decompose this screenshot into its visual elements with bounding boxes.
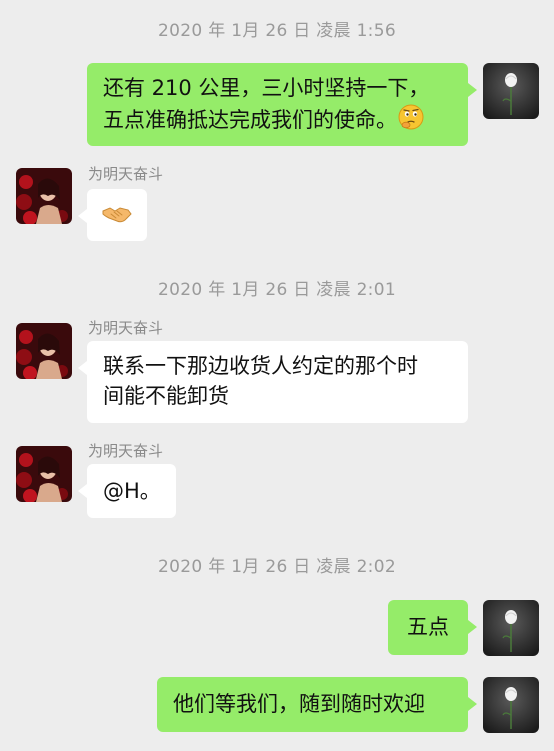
timestamp: 2020 年 1月 26 日 凌晨 2:02	[158, 557, 396, 577]
message-text-line: 间能不能卸货	[103, 384, 229, 408]
thinking-face-icon	[397, 103, 425, 139]
outgoing-message-bubble[interactable]: 五点	[388, 600, 477, 655]
message-text: 五点	[407, 615, 449, 639]
message-text-line: 还有 210 公里，三小时坚持一下，	[103, 76, 430, 100]
timestamp: 2020 年 1月 26 日 凌晨 1:56	[158, 21, 396, 41]
contact-avatar[interactable]	[16, 323, 72, 379]
contact-avatar[interactable]	[16, 446, 72, 502]
message-text: @H。	[103, 479, 161, 503]
incoming-message-bubble[interactable]: 联系一下那边收货人约定的那个时 间能不能卸货	[78, 341, 468, 423]
sender-name: 为明天奋斗	[88, 442, 164, 460]
my-avatar[interactable]	[483, 600, 539, 656]
sender-name: 为明天奋斗	[88, 165, 164, 183]
my-avatar[interactable]	[483, 63, 539, 119]
message-text: 他们等我们，随到随时欢迎	[173, 692, 425, 716]
outgoing-message-bubble[interactable]: 他们等我们，随到随时欢迎	[157, 677, 477, 732]
message-text-line: 五点准确抵达完成我们的使命。	[103, 108, 397, 132]
outgoing-message-bubble[interactable]: 还有 210 公里，三小时坚持一下， 五点准确抵达完成我们的使命。	[87, 63, 477, 146]
sender-name: 为明天奋斗	[88, 319, 164, 337]
contact-avatar[interactable]	[16, 168, 72, 224]
handshake-icon	[101, 201, 133, 235]
incoming-message-bubble[interactable]	[78, 189, 147, 241]
my-avatar[interactable]	[483, 677, 539, 733]
incoming-message-bubble[interactable]: @H。	[78, 464, 176, 518]
timestamp: 2020 年 1月 26 日 凌晨 2:01	[158, 280, 396, 300]
message-text-line: 联系一下那边收货人约定的那个时	[103, 354, 418, 378]
